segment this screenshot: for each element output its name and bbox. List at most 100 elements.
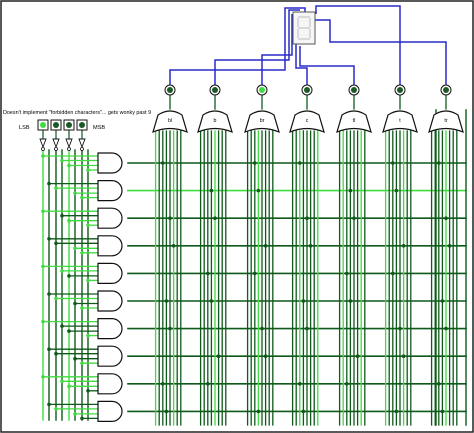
wire-junction: [352, 216, 356, 220]
wire-junction: [54, 186, 58, 190]
not-gate-bubble: [41, 147, 45, 151]
wire-junction: [161, 161, 165, 165]
wire-junction: [80, 361, 84, 366]
wire-junction: [440, 409, 445, 414]
and-gate: [97, 373, 123, 395]
wire-junction: [67, 218, 71, 223]
not-gate-bubble: [54, 147, 58, 151]
wire-junction: [47, 347, 51, 352]
segment-label: b: [214, 118, 217, 124]
canvas-border: [0, 0, 474, 433]
wire-junction: [348, 299, 353, 303]
segment-label: bl: [168, 118, 172, 124]
wire-junction: [301, 299, 306, 303]
wire-junction: [54, 241, 58, 246]
wire-junction: [355, 354, 360, 359]
wire-junction: [401, 354, 406, 359]
wire-junction: [216, 354, 221, 359]
wire-junction: [164, 299, 169, 303]
and-gate: [97, 290, 123, 312]
wire-junction: [54, 407, 58, 411]
wire-junction: [298, 382, 302, 386]
and-gate: [97, 345, 123, 367]
and-gate: [97, 318, 123, 340]
wire-junction: [394, 188, 399, 193]
wire-junction: [398, 326, 402, 331]
wire-junction: [209, 299, 214, 303]
wire-junction: [41, 264, 45, 269]
output-pin-state: [443, 87, 449, 93]
wire-junction: [60, 324, 64, 328]
wire-junction: [47, 402, 51, 407]
wire-junction: [253, 161, 257, 165]
circuit-diagram: Doesn't implement "forbidden characters"…: [0, 0, 474, 433]
and-gate: [97, 400, 123, 422]
wire-junction: [73, 301, 77, 306]
wire-junction: [447, 244, 452, 248]
and-gate: [97, 152, 123, 174]
not-gate-bubble: [67, 147, 71, 151]
wire-junction: [253, 271, 257, 276]
wire-junction: [47, 237, 51, 241]
wire-junction: [209, 188, 214, 193]
wire-junction: [67, 384, 71, 389]
input-pin-state: [66, 122, 72, 128]
wire-junction: [80, 251, 84, 255]
segment-label: tr: [444, 118, 447, 124]
and-gate-body: [97, 152, 123, 174]
output-pin-state: [259, 87, 265, 93]
and-gate-body: [97, 207, 123, 229]
wire-junction: [80, 306, 84, 310]
wire-junction: [206, 271, 210, 276]
wire-junction: [80, 416, 84, 421]
wire-junction: [86, 389, 90, 393]
wire-junction: [256, 409, 261, 414]
and-gate: [97, 235, 123, 257]
msb-label: MSB: [93, 125, 105, 131]
and-gate-body: [97, 180, 123, 202]
and-gate: [97, 207, 123, 229]
wire-junction: [345, 271, 349, 276]
wire-junction: [67, 329, 71, 333]
and-gate-body: [97, 290, 123, 312]
segment-label: c: [306, 118, 309, 124]
wire-junction: [73, 191, 77, 195]
output-pin-state: [397, 87, 403, 93]
design-note: Doesn't implement "forbidden characters"…: [3, 110, 151, 116]
wire-junction: [41, 375, 45, 379]
wire-junction: [168, 216, 172, 220]
wire-junction: [308, 244, 313, 248]
wire-junction: [54, 351, 58, 356]
not-gate-bubble: [80, 147, 84, 151]
wire-junction: [164, 409, 169, 414]
wire-junction: [263, 244, 268, 248]
wire-junction: [305, 326, 309, 331]
wire-junction: [73, 412, 77, 416]
wire-junction: [86, 223, 90, 227]
wire-junction: [444, 216, 448, 220]
and-gate: [97, 262, 123, 284]
wire-junction: [440, 299, 445, 303]
input-pin-state: [79, 122, 85, 128]
wire-junction: [168, 326, 172, 331]
wire-junction: [86, 333, 90, 338]
wire-junction: [67, 274, 71, 278]
wire-junction: [60, 269, 64, 273]
and-gate-body: [97, 262, 123, 284]
and-gate-body: [97, 345, 123, 367]
segment-label: tl: [353, 118, 356, 124]
wire-junction: [86, 278, 90, 283]
wire-junction: [161, 382, 165, 386]
output-pin-state: [304, 87, 310, 93]
wire-junction: [348, 188, 353, 193]
output-pin-state: [167, 87, 173, 93]
input-pin-state: [40, 122, 46, 128]
wire-junction: [391, 271, 395, 276]
wire-junction: [67, 163, 71, 168]
lsb-label: LSB: [19, 125, 30, 131]
wire-junction: [47, 181, 51, 186]
seven-segment-display: [292, 11, 316, 45]
wire-junction: [47, 292, 51, 296]
wire-junction: [41, 319, 45, 324]
output-pin-state: [212, 87, 218, 93]
